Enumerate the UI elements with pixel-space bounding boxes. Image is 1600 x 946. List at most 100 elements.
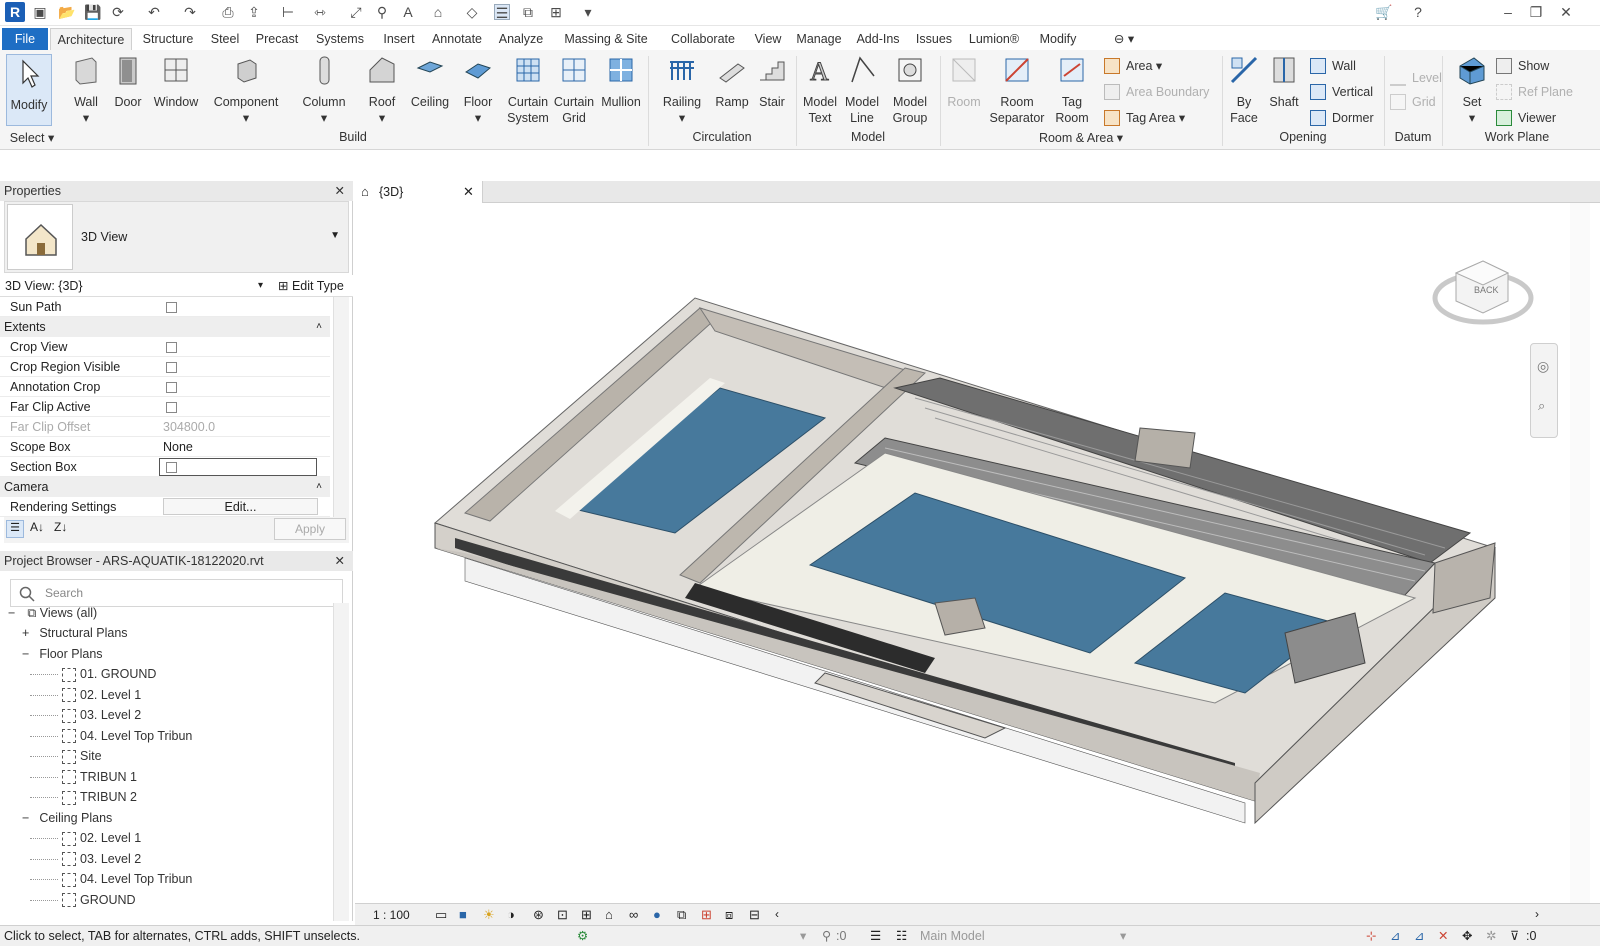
browser-view-item[interactable]: 02. Level 1 xyxy=(30,828,141,848)
print-icon[interactable]: ⎙ xyxy=(220,4,236,20)
reveal-constraints-icon[interactable]: ⊟ xyxy=(749,907,760,923)
contextual-tab-icon[interactable]: ⊖ ▾ xyxy=(1104,28,1144,50)
zoom-icon[interactable]: ⌕ xyxy=(1538,398,1545,414)
show-crop-icon[interactable]: ⊞ xyxy=(581,907,592,923)
drag-elements-icon[interactable]: ✥ xyxy=(1462,926,1472,946)
tab-manage[interactable]: Manage xyxy=(792,28,846,50)
viewer-button[interactable]: Viewer xyxy=(1496,108,1556,128)
tab-steel[interactable]: Steel xyxy=(204,28,246,50)
apply-button[interactable]: Apply xyxy=(274,518,346,540)
select-underlay-icon[interactable]: ⊿ xyxy=(1390,926,1400,946)
browser-group[interactable]: − Ceiling Plans xyxy=(22,808,112,828)
edit-type-button[interactable]: ⊞ Edit Type xyxy=(278,275,344,297)
tab-analyze[interactable]: Analyze xyxy=(492,28,550,50)
analytical-model-icon[interactable]: ⊞ xyxy=(701,907,712,923)
mullion-button[interactable]: Mullion xyxy=(598,54,644,110)
viewcube[interactable]: BACK xyxy=(1428,243,1538,333)
area-boundary-button[interactable]: Area Boundary xyxy=(1104,82,1209,102)
select-links-toggle-icon[interactable]: ⊹ xyxy=(1366,926,1376,946)
tab-annotate[interactable]: Annotate xyxy=(426,28,488,50)
roof-button[interactable]: Roof ▾ xyxy=(362,54,402,126)
property-checkbox[interactable] xyxy=(166,402,177,413)
sync-icon[interactable]: ⟳ xyxy=(110,4,126,20)
tag-icon[interactable]: ⤢ xyxy=(348,4,364,20)
crop-view-icon[interactable]: ⊡ xyxy=(557,907,568,923)
filter-icon[interactable]: ⊽ xyxy=(1510,926,1519,946)
property-checkbox[interactable] xyxy=(166,462,177,473)
text-icon[interactable]: A xyxy=(400,4,416,20)
component-button[interactable]: Component ▾ xyxy=(208,54,284,126)
window-button[interactable]: Window xyxy=(150,54,202,110)
close-browser-icon[interactable]: ✕ xyxy=(335,551,345,571)
tag-all-icon[interactable]: ⚲ xyxy=(374,4,390,20)
reveal-hidden-icon[interactable]: ● xyxy=(653,907,661,922)
property-checkbox[interactable] xyxy=(166,342,177,353)
browser-view-item[interactable]: 03. Level 2 xyxy=(30,849,141,869)
help-icon[interactable]: ? xyxy=(1410,4,1426,20)
switch-windows-icon[interactable]: ⊞ xyxy=(548,4,564,20)
worksharing-icon[interactable]: ⚙ xyxy=(577,926,588,946)
ramp-button[interactable]: Ramp xyxy=(712,54,752,110)
main-model-selector[interactable]: Main Model xyxy=(920,926,985,946)
select-group-label[interactable]: Select ▾ xyxy=(6,130,58,145)
browser-view-item[interactable]: 01. GROUND xyxy=(30,664,156,684)
room-separator-button[interactable]: Room Separator xyxy=(988,54,1046,126)
curtain-system-button[interactable]: Curtain System xyxy=(504,54,552,126)
vertical-button[interactable]: Vertical xyxy=(1310,82,1373,102)
browser-view-item[interactable]: TRIBUN 2 xyxy=(30,787,137,807)
collapse-icon[interactable]: − xyxy=(22,647,29,661)
tab-structure[interactable]: Structure xyxy=(138,28,198,50)
door-button[interactable]: Door xyxy=(110,54,146,110)
stair-button[interactable]: Stair xyxy=(754,54,790,110)
column-button[interactable]: Column ▾ xyxy=(298,54,350,126)
shadows-icon[interactable]: ◑ xyxy=(507,907,515,922)
view-tab-3d[interactable]: ⌂ {3D} ✕ xyxy=(355,181,483,203)
room-area-group-label[interactable]: Room & Area ▾ xyxy=(940,130,1222,145)
browser-view-item[interactable]: 04. Level Top Tribun xyxy=(30,726,192,746)
export-icon[interactable]: ⇪ xyxy=(246,4,262,20)
shaft-button[interactable]: Shaft xyxy=(1266,54,1302,110)
model-text-button[interactable]: A Model Text xyxy=(800,54,840,126)
browser-view-item[interactable]: 04. Level Top Tribun xyxy=(30,869,192,889)
view-scrollbar[interactable] xyxy=(1570,203,1590,903)
browser-view-item[interactable]: TRIBUN 1 xyxy=(30,767,137,787)
drawing-area[interactable]: BACK ◎ ⌕ xyxy=(355,203,1590,903)
save-icon[interactable]: 💾 xyxy=(84,4,101,20)
select-pinned-icon[interactable]: ⊿ xyxy=(1414,926,1424,946)
close-properties-icon[interactable]: ✕ xyxy=(335,181,345,201)
scroll-left-icon[interactable]: ‹ xyxy=(775,907,779,921)
tab-precast[interactable]: Precast xyxy=(250,28,304,50)
select-by-face-icon[interactable]: ✕ xyxy=(1438,926,1448,946)
select-links-icon[interactable]: ⚲ xyxy=(822,926,831,946)
sort-asc-icon[interactable]: A↓ xyxy=(30,520,44,534)
section-box-field[interactable] xyxy=(159,458,317,476)
editing-requests-icon[interactable]: ☷ xyxy=(896,926,907,946)
railing-button[interactable]: Railing ▾ xyxy=(660,54,704,126)
sun-path-icon[interactable]: ☀ xyxy=(483,907,495,923)
model-group-button[interactable]: Model Group xyxy=(888,54,932,126)
expand-icon[interactable]: + xyxy=(22,626,29,640)
revit-logo[interactable]: R xyxy=(5,2,25,22)
browser-group[interactable]: + Structural Plans xyxy=(22,623,128,643)
tab-view[interactable]: View xyxy=(748,28,788,50)
tag-area-button[interactable]: Tag Area ▾ xyxy=(1104,108,1185,128)
tab-architecture[interactable]: Architecture xyxy=(50,28,132,50)
property-checkbox[interactable] xyxy=(166,382,177,393)
highlight-displacement-icon[interactable]: ⧈ xyxy=(725,907,733,923)
category-extents[interactable]: Extents ˄ xyxy=(0,317,330,337)
undo-icon[interactable]: ↶ xyxy=(146,4,162,20)
instance-selector[interactable]: 3D View: {3D} ▾ ⊞ Edit Type xyxy=(0,275,353,297)
properties-scrollbar[interactable] xyxy=(333,297,349,517)
dormer-button[interactable]: Dormer xyxy=(1310,108,1374,128)
show-button[interactable]: Show xyxy=(1496,56,1549,76)
ceiling-button[interactable]: Ceiling xyxy=(406,54,454,110)
curtain-grid-button[interactable]: Curtain Grid xyxy=(552,54,596,126)
browser-view-item[interactable]: 03. Level 2 xyxy=(30,705,141,725)
property-checkbox[interactable] xyxy=(166,302,177,313)
by-face-button[interactable]: By Face xyxy=(1226,54,1262,126)
measure-icon[interactable]: ⊢ xyxy=(280,4,296,20)
tab-modify[interactable]: Modify xyxy=(1032,28,1084,50)
redo-icon[interactable]: ↷ xyxy=(182,4,198,20)
property-value[interactable]: None xyxy=(163,437,193,457)
set-button[interactable]: Set ▾ xyxy=(1454,54,1490,126)
